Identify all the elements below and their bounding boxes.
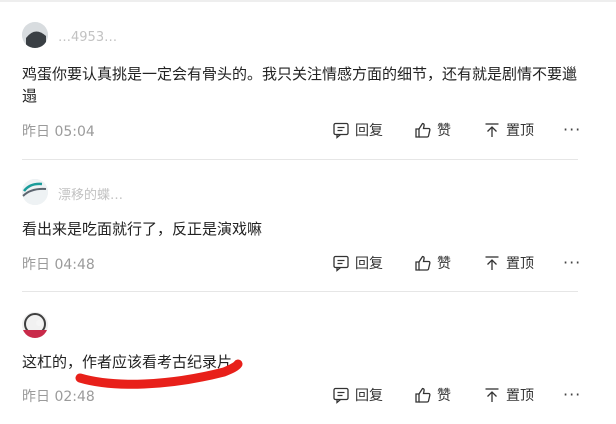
top-divider	[0, 0, 616, 2]
comment-text: 鸡蛋你要认真挑是一定会有骨头的。我只关注情感方面的细节，还有就是剧情不要邋遢	[22, 65, 578, 105]
reply-icon	[333, 387, 349, 404]
pin-label: 置顶	[506, 256, 534, 272]
reply-button[interactable]: 回复	[332, 120, 383, 140]
like-button[interactable]: 赞	[414, 385, 451, 405]
pin-top-icon	[485, 388, 499, 402]
pin-label: 置顶	[506, 388, 534, 404]
more-options-icon[interactable]: ···	[563, 120, 581, 139]
comment-time: 昨日 05:04	[22, 124, 95, 140]
thumbs-up-icon	[415, 255, 431, 271]
username[interactable]: 漂移的蝶…	[58, 184, 123, 203]
avatar[interactable]	[22, 22, 48, 48]
reply-label: 回复	[355, 123, 383, 139]
pin-top-icon	[485, 256, 499, 270]
reply-label: 回复	[355, 256, 383, 272]
reply-button[interactable]: 回复	[332, 385, 383, 405]
comment-divider	[22, 159, 578, 160]
comment-text: 看出来是吃面就行了，反正是演戏嘛	[22, 220, 263, 238]
pin-button[interactable]: 置顶	[483, 253, 534, 273]
pin-button[interactable]: 置顶	[483, 385, 534, 405]
like-button[interactable]: 赞	[414, 253, 451, 273]
pin-button[interactable]: 置顶	[483, 120, 534, 140]
thumbs-up-icon	[415, 122, 431, 138]
username[interactable]: …4953…	[58, 30, 117, 45]
pin-label: 置顶	[506, 123, 534, 139]
like-label: 赞	[437, 123, 451, 139]
more-options-icon[interactable]: ···	[563, 385, 581, 404]
like-label: 赞	[437, 388, 451, 404]
comment-divider	[22, 291, 578, 292]
pin-top-icon	[485, 123, 499, 137]
like-button[interactable]: 赞	[414, 120, 451, 140]
avatar[interactable]	[22, 179, 48, 205]
avatar-image	[22, 22, 48, 48]
avatar-image	[22, 312, 48, 338]
reply-icon	[333, 255, 349, 272]
comment-time: 昨日 04:48	[22, 257, 95, 273]
like-label: 赞	[437, 256, 451, 272]
more-options-icon[interactable]: ···	[563, 253, 581, 272]
avatar-image	[22, 179, 48, 205]
reply-button[interactable]: 回复	[332, 253, 383, 273]
reply-label: 回复	[355, 388, 383, 404]
avatar[interactable]	[22, 312, 48, 338]
reply-icon	[333, 122, 349, 139]
red-underline-annotation	[75, 359, 243, 389]
thumbs-up-icon	[415, 387, 431, 403]
